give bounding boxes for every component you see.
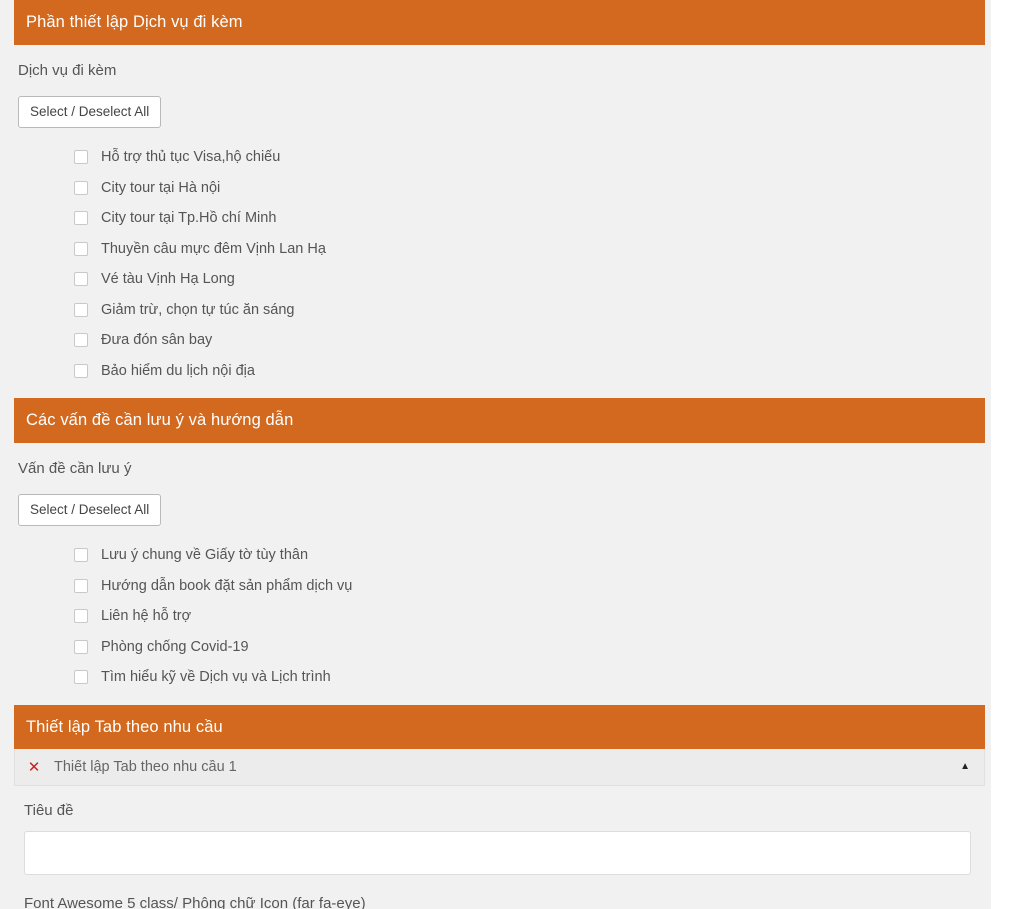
list-item[interactable]: Hướng dẫn book đặt sản phẩm dịch vụ <box>14 571 991 602</box>
close-icon[interactable]: ✕ <box>25 760 43 775</box>
tab-title-input[interactable] <box>24 831 971 875</box>
tab-accordion-title: Thiết lập Tab theo nhu cầu 1 <box>54 759 237 775</box>
page-root: Phần thiết lập Dịch vụ đi kèm Dịch vụ đi… <box>0 0 1024 909</box>
checkbox[interactable] <box>74 670 88 685</box>
tab-accordion: ✕ Thiết lập Tab theo nhu cầu 1 ▲ Tiêu đề… <box>14 749 991 909</box>
section-bar-title: Phần thiết lập Dịch vụ đi kèm <box>14 0 985 45</box>
checkbox-list-notes: Lưu ý chung về Giấy tờ tùy thân Hướng dẫ… <box>14 526 991 693</box>
checkbox-label[interactable]: Liên hệ hỗ trợ <box>101 609 191 624</box>
checkbox-label[interactable]: Vé tàu Vịnh Hạ Long <box>101 272 235 287</box>
section-thiet-lap-tab: Thiết lập Tab theo nhu cầu ✕ Thiết lập T… <box>14 704 991 909</box>
section-bar-title: Các vấn đề cần lưu ý và hướng dẫn <box>14 398 985 443</box>
checkbox-list-services: Hỗ trợ thủ tục Visa,hộ chiếu City tour t… <box>14 128 991 386</box>
select-deselect-all-button[interactable]: Select / Deselect All <box>18 493 162 526</box>
checkbox-label[interactable]: Phòng chống Covid-19 <box>101 639 249 655</box>
toggle-all-wrap: Select / Deselect All <box>14 476 991 526</box>
list-item[interactable]: Vé tàu Vịnh Hạ Long <box>14 264 991 295</box>
checkbox-label[interactable]: Tìm hiểu kỹ về Dịch vụ và Lịch trình <box>101 670 331 685</box>
toggle-all-wrap: Select / Deselect All <box>14 78 991 128</box>
checkbox[interactable] <box>74 333 88 348</box>
checkbox[interactable] <box>74 272 88 287</box>
checkbox-label[interactable]: Đưa đón sân bay <box>101 333 212 348</box>
section-dich-vu-di-kem: Phần thiết lập Dịch vụ đi kèm Dịch vụ đi… <box>14 0 991 398</box>
chevron-up-icon[interactable]: ▲ <box>960 762 970 772</box>
checkbox[interactable] <box>74 363 88 378</box>
field-label-dich-vu-di-kem: Dịch vụ đi kèm <box>18 61 117 79</box>
list-item[interactable]: Lưu ý chung về Giấy tờ tùy thân <box>14 540 991 571</box>
checkbox-label[interactable]: Lưu ý chung về Giấy tờ tùy thân <box>101 548 308 563</box>
checkbox[interactable] <box>74 241 88 256</box>
list-item[interactable]: City tour tại Hà nội <box>14 173 991 204</box>
checkbox[interactable] <box>74 180 88 195</box>
checkbox[interactable] <box>74 150 88 165</box>
section-bar-title: Thiết lập Tab theo nhu cầu <box>14 704 985 749</box>
field-label-font-awesome-class: Font Awesome 5 class/ Phông chữ Icon (fa… <box>24 895 366 909</box>
list-item[interactable]: Đưa đón sân bay <box>14 325 991 356</box>
list-item[interactable]: Phòng chống Covid-19 <box>14 632 991 663</box>
tab-accordion-body: Tiêu đề Font Awesome 5 class/ Phông chữ … <box>14 786 985 909</box>
list-item[interactable]: Thuyền câu mực đêm Vịnh Lan Hạ <box>14 234 991 265</box>
checkbox-label[interactable]: City tour tại Hà nội <box>101 180 220 196</box>
checkbox[interactable] <box>74 302 88 317</box>
content-column: Phần thiết lập Dịch vụ đi kèm Dịch vụ đi… <box>14 0 991 909</box>
checkbox[interactable] <box>74 211 88 226</box>
checkbox-label[interactable]: Thuyền câu mực đêm Vịnh Lan Hạ <box>101 241 326 257</box>
checkbox-label[interactable]: Hướng dẫn book đặt sản phẩm dịch vụ <box>101 578 352 594</box>
checkbox-label[interactable]: Giảm trừ, chọn tự túc ăn sáng <box>101 302 295 318</box>
checkbox-label[interactable]: Hỗ trợ thủ tục Visa,hộ chiếu <box>101 150 280 165</box>
checkbox[interactable] <box>74 548 88 563</box>
list-item[interactable]: Bảo hiểm du lịch nội địa <box>14 356 991 387</box>
list-item[interactable]: Liên hệ hỗ trợ <box>14 601 991 632</box>
select-deselect-all-button[interactable]: Select / Deselect All <box>18 95 162 128</box>
checkbox-label[interactable]: City tour tại Tp.Hồ chí Minh <box>101 211 276 226</box>
section-van-de-luu-y: Các vấn đề cần lưu ý và hướng dẫn Vấn đề… <box>14 398 991 705</box>
list-item[interactable]: Hỗ trợ thủ tục Visa,hộ chiếu <box>14 142 991 173</box>
field-label-tieu-de: Tiêu đề <box>24 802 74 819</box>
checkbox[interactable] <box>74 578 88 593</box>
field-label-van-de-can-luu-y: Vấn đề cần lưu ý <box>18 459 132 477</box>
content-canvas: Phần thiết lập Dịch vụ đi kèm Dịch vụ đi… <box>0 0 991 909</box>
tab-accordion-header[interactable]: ✕ Thiết lập Tab theo nhu cầu 1 ▲ <box>14 749 985 786</box>
checkbox[interactable] <box>74 609 88 624</box>
checkbox[interactable] <box>74 639 88 654</box>
checkbox-label[interactable]: Bảo hiểm du lịch nội địa <box>101 363 255 379</box>
list-item[interactable]: Tìm hiểu kỹ về Dịch vụ và Lịch trình <box>14 662 991 693</box>
list-item[interactable]: City tour tại Tp.Hồ chí Minh <box>14 203 991 234</box>
list-item[interactable]: Giảm trừ, chọn tự túc ăn sáng <box>14 295 991 326</box>
